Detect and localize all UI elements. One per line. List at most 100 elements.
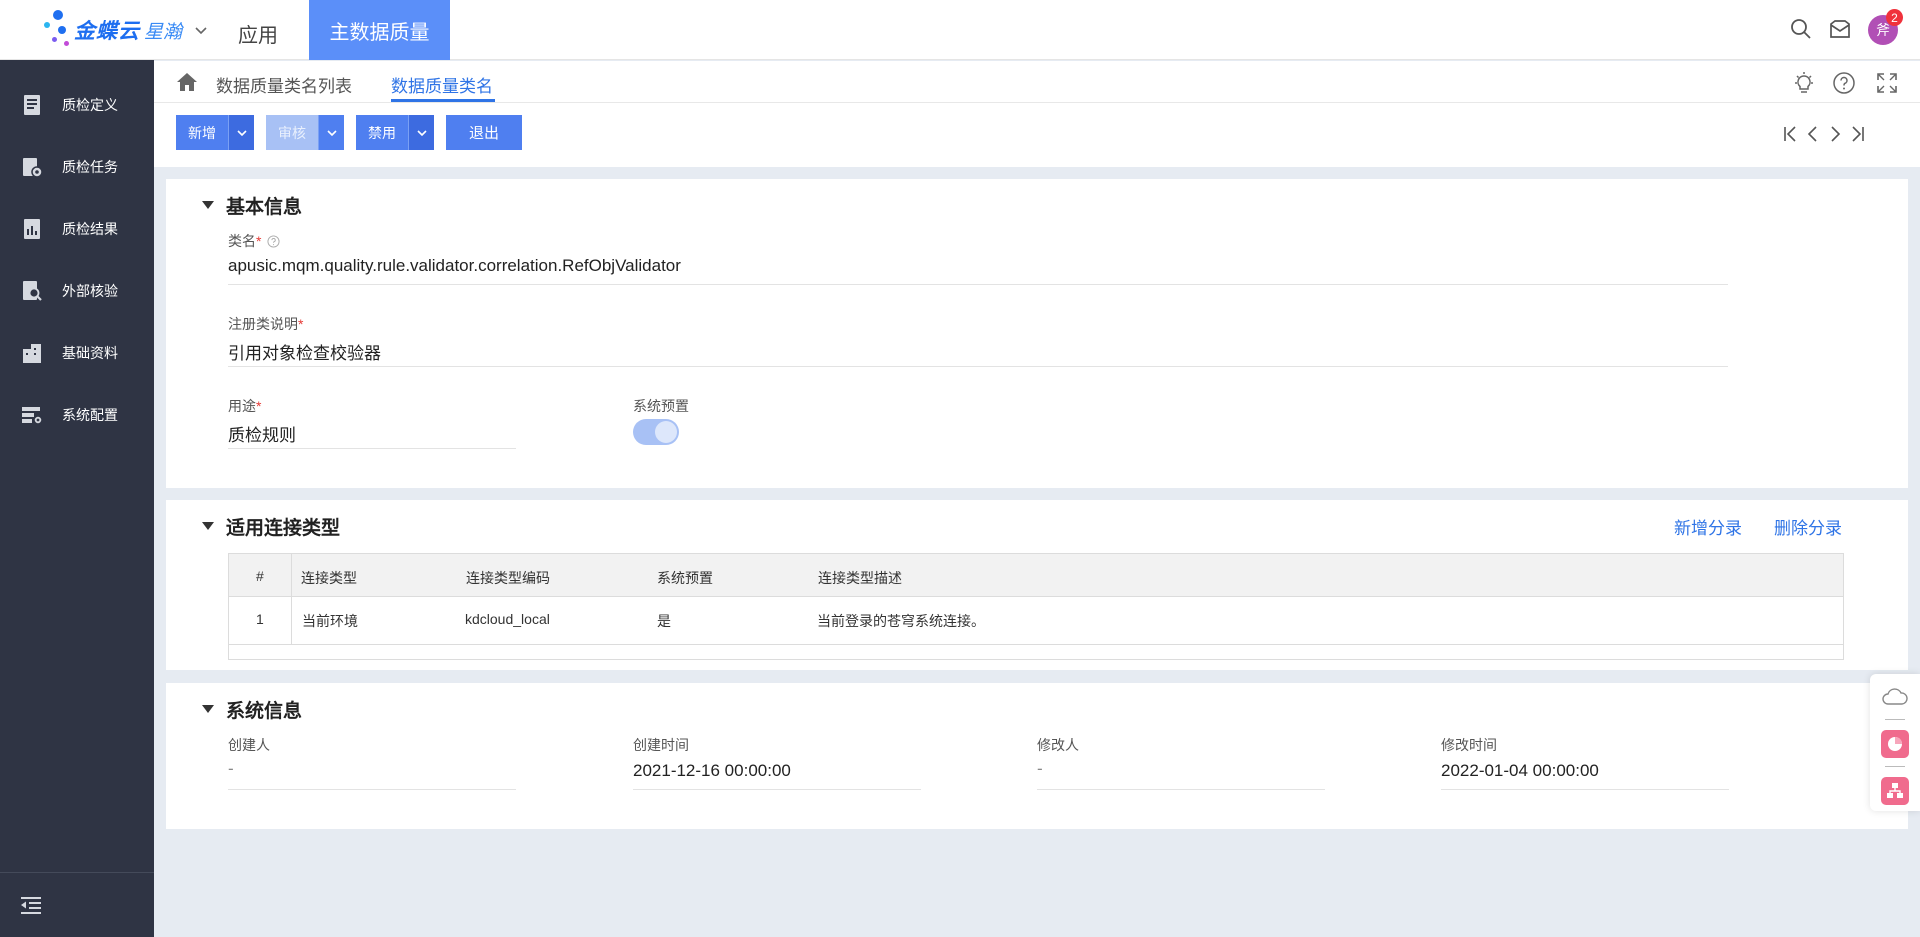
table-cell: kdcloud_local (465, 611, 550, 627)
org-chart-icon (1887, 783, 1903, 798)
book-icon (24, 95, 40, 115)
home-icon[interactable] (176, 72, 198, 92)
breadcrumb: 数据质量类名列表 数据质量类名 (154, 61, 1920, 103)
notification-badge: 2 (1886, 9, 1903, 26)
sidebar-item-label: 质检定义 (62, 97, 118, 113)
field-underline (228, 789, 516, 790)
sidebar-item-quality-definition[interactable]: 质检定义 (0, 77, 154, 133)
sidebar: 质检定义 质检任务 质检结果 外部核验 基础资料 系统配置 (0, 60, 154, 937)
caret-down-icon[interactable] (202, 522, 214, 530)
field-underline (228, 284, 1728, 285)
sidebar-item-quality-task[interactable]: 质检任务 (0, 139, 154, 195)
caret-down-icon[interactable] (202, 705, 214, 713)
section-title: 适用连接类型 (226, 518, 341, 539)
creator-value: - (228, 759, 234, 778)
sidebar-item-system-config[interactable]: 系统配置 (0, 387, 154, 443)
column-divider (291, 554, 292, 645)
class-name-value[interactable]: apusic.mqm.quality.rule.validator.correl… (228, 256, 681, 276)
usage-value[interactable]: 质检规则 (228, 421, 296, 446)
connection-type-table: # 连接类型 连接类型编码 系统预置 连接类型描述 1 当前环境 kdcloud… (228, 553, 1844, 660)
help-icon[interactable] (1832, 71, 1856, 95)
new-dropdown-button[interactable] (228, 115, 254, 150)
sidebar-item-external-verify[interactable]: 外部核验 (0, 263, 154, 319)
desc-value[interactable]: 引用对象检查校验器 (228, 339, 381, 364)
field-underline (1441, 789, 1729, 790)
new-split-button: 新增 (176, 115, 254, 150)
collapse-menu-icon[interactable] (20, 895, 42, 915)
exit-button[interactable]: 退出 (446, 115, 522, 150)
creator-label: 创建人 (228, 737, 270, 753)
preset-toggle[interactable] (633, 419, 679, 445)
cloud-icon[interactable] (1881, 686, 1909, 708)
chart-widget-button[interactable] (1881, 730, 1909, 758)
logo-dots-icon (40, 10, 74, 50)
audit-split-button: 审核 (266, 115, 344, 150)
basic-info-section: 基本信息 类名* apusic.mqm.quality.rule.validat… (166, 179, 1908, 488)
table-cell: 1 (256, 611, 264, 627)
modified-time-value: 2022-01-04 00:00:00 (1441, 761, 1599, 780)
fullscreen-icon[interactable] (1875, 71, 1899, 95)
disable-split-button: 禁用 (356, 115, 434, 150)
org-widget-button[interactable] (1881, 777, 1909, 805)
desc-label: 注册类说明* (228, 316, 304, 332)
audit-dropdown-button[interactable] (318, 115, 344, 150)
table-row[interactable]: 1 当前环境 kdcloud_local 是 当前登录的苍穹系统连接。 (229, 597, 1843, 645)
field-underline (228, 366, 1728, 367)
sidebar-collapse (0, 872, 154, 937)
toolbar: 新增 审核 禁用 退出 (154, 103, 1920, 167)
table-cell: 当前登录的苍穹系统连接。 (817, 613, 985, 629)
created-time-label: 创建时间 (633, 737, 689, 753)
class-name-label: 类名* (228, 231, 280, 251)
brand-name: 金蝶云 (74, 20, 140, 43)
chevron-down-icon (326, 129, 337, 136)
modified-time-label: 修改时间 (1441, 737, 1497, 753)
sidebar-item-label: 系统配置 (62, 407, 118, 423)
brand-logo[interactable]: 金蝶云 星瀚 (40, 10, 208, 50)
caret-down-icon[interactable] (202, 201, 214, 209)
app-menu[interactable]: 应用 (238, 19, 278, 48)
breadcrumb-list-tab[interactable]: 数据质量类名列表 (216, 72, 352, 97)
modifier-value: - (1037, 759, 1043, 778)
sidebar-item-quality-result[interactable]: 质检结果 (0, 201, 154, 257)
search-icon[interactable] (1789, 17, 1813, 41)
active-app-tab[interactable]: 主数据质量 (309, 0, 450, 60)
disable-dropdown-button[interactable] (408, 115, 434, 150)
table-header: # 连接类型 连接类型编码 系统预置 连接类型描述 (229, 554, 1843, 597)
sidebar-item-label: 质检任务 (62, 159, 118, 175)
column-header[interactable]: 连接类型描述 (818, 568, 902, 588)
previous-record-icon[interactable] (1804, 125, 1822, 143)
new-button[interactable]: 新增 (176, 115, 228, 150)
add-entry-link[interactable]: 新增分录 (1674, 514, 1742, 539)
search-doc-icon (23, 281, 42, 301)
first-record-icon[interactable] (1782, 125, 1800, 143)
delete-entry-link[interactable]: 删除分录 (1774, 514, 1842, 539)
top-bar: 金蝶云 星瀚 应用 主数据质量 斧 2 (0, 0, 1920, 60)
column-header[interactable]: 连接类型编码 (466, 568, 550, 588)
toggle-knob (655, 421, 677, 443)
breadcrumb-current-tab[interactable]: 数据质量类名 (391, 72, 493, 97)
audit-button[interactable]: 审核 (266, 115, 318, 150)
message-icon[interactable] (1828, 17, 1852, 41)
sidebar-item-basic-data[interactable]: 基础资料 (0, 325, 154, 381)
help-icon[interactable] (267, 235, 280, 248)
table-cell: 当前环境 (302, 613, 358, 629)
connection-type-section: 适用连接类型 新增分录 删除分录 # 连接类型 连接类型编码 系统预置 连接类型… (166, 500, 1908, 670)
chevron-down-icon[interactable] (194, 23, 208, 37)
preset-label: 系统预置 (633, 398, 689, 414)
system-info-section: 系统信息 创建人 - 创建时间 2021-12-16 00:00:00 修改人 … (166, 683, 1908, 829)
report-icon (24, 219, 40, 239)
disable-button[interactable]: 禁用 (356, 115, 408, 150)
section-title: 系统信息 (226, 701, 303, 722)
last-record-icon[interactable] (1848, 125, 1866, 143)
sidebar-item-label: 质检结果 (62, 221, 118, 237)
sidebar-item-label: 外部核验 (62, 283, 118, 299)
task-gear-icon (23, 158, 43, 178)
divider (1885, 719, 1905, 720)
lightbulb-icon[interactable] (1792, 71, 1816, 95)
next-record-icon[interactable] (1826, 125, 1844, 143)
divider (1885, 766, 1905, 767)
column-header[interactable]: 连接类型 (301, 568, 357, 588)
active-tab-indicator (391, 99, 495, 102)
field-underline (1037, 789, 1325, 790)
column-header[interactable]: 系统预置 (657, 568, 713, 588)
